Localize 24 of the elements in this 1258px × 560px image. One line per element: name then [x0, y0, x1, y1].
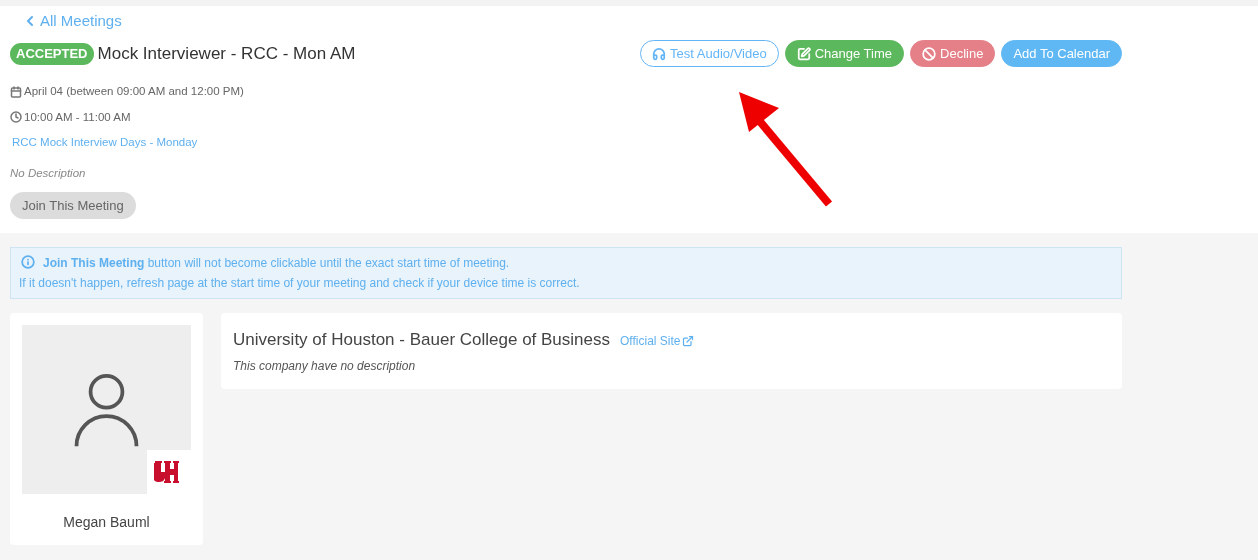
status-badge: ACCEPTED [10, 43, 94, 65]
meeting-description: No Description [10, 166, 87, 181]
action-button[interactable]: Change Time [784, 40, 905, 68]
person-name: Megan Bauml [63, 513, 150, 533]
meeting-date: April 04 (between 09:00 AM and 12:00 PM) [24, 84, 244, 100]
calendar-icon [10, 85, 22, 98]
meeting-time: 10:00 AM - 11:00 AM [24, 109, 131, 125]
edit-icon [796, 46, 811, 61]
official-site-link[interactable]: Official Site [620, 332, 695, 351]
event-link[interactable]: RCC Mock Interview Days - Monday [12, 133, 198, 151]
company-description: This company have no description [233, 357, 417, 375]
ban-icon [922, 46, 937, 61]
notice-text: Join This Meeting button will not become clickable until the exact start time of meeting. [43, 255, 511, 273]
company-name: University of Houston - Bauer College of Business [233, 329, 610, 352]
notice-text: If it doesn't happen, refresh page at the start time of your meeting and check if your device time is correct. [19, 275, 580, 293]
headphones-icon [652, 46, 667, 61]
clock-icon [10, 111, 22, 124]
action-button[interactable]: Test Audio/Video [640, 40, 779, 68]
meeting-title: Mock Interviewer - RCC - Mon AM [97, 43, 356, 65]
external-link-icon [682, 335, 695, 348]
back-link[interactable]: All Meetings [22, 10, 122, 33]
info-icon [21, 255, 35, 270]
action-button[interactable]: Decline [910, 40, 996, 68]
action-button[interactable]: Add To Calendar [1001, 40, 1122, 68]
